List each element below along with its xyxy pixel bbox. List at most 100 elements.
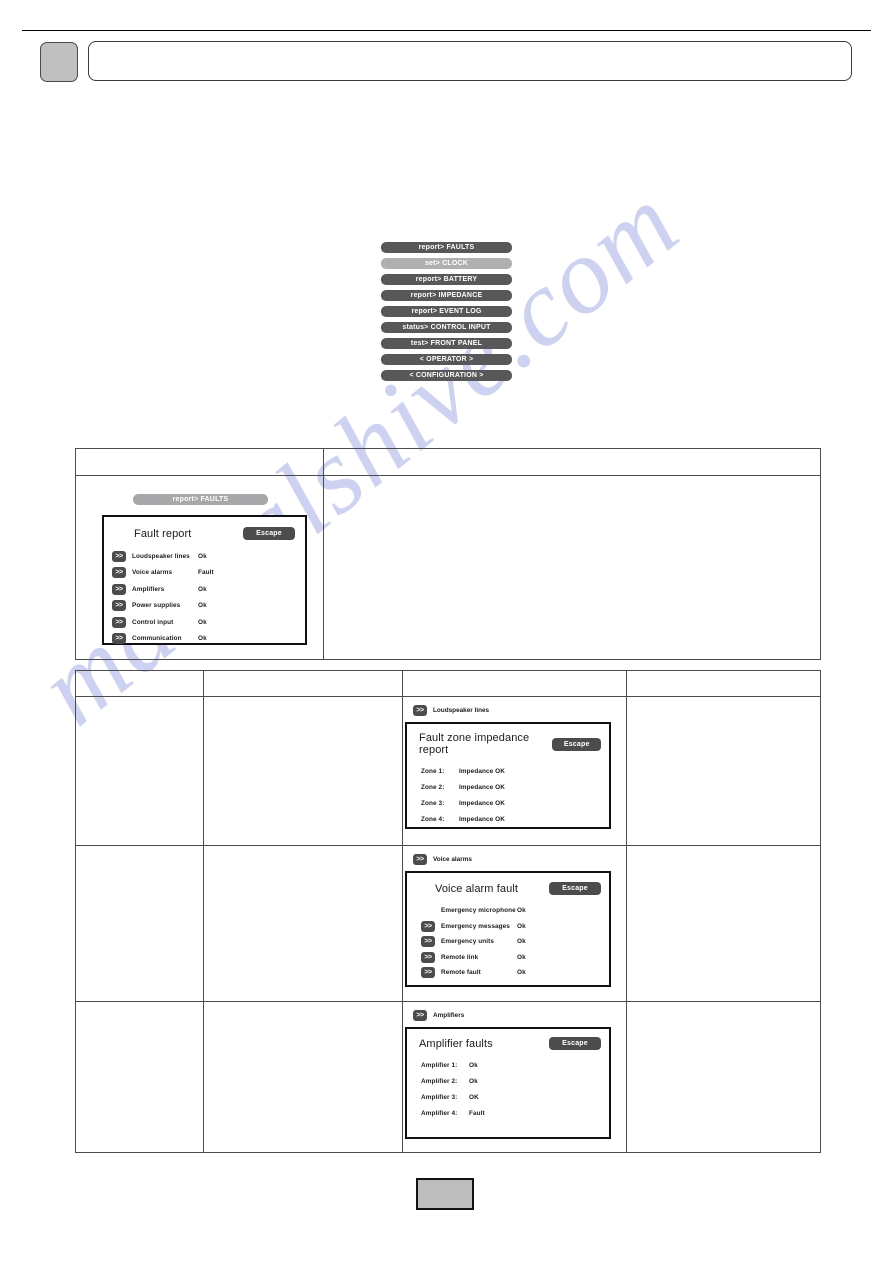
list-item-value: Impedance OK [459, 815, 505, 823]
impedance-row-cell-4 [626, 696, 821, 846]
list-item-value: Ok [517, 938, 526, 946]
impedance-row-cell-1 [75, 696, 204, 846]
footer-page-box [416, 1178, 474, 1210]
impedance-report-panel: Fault zone impedance report Escape Zone … [405, 722, 611, 829]
list-item-label: Zone 4: [421, 815, 445, 823]
list-item-label: Amplifier 2: [421, 1077, 458, 1085]
list-item: >> Remote fault Ok [407, 965, 609, 981]
chevron-icon[interactable]: >> [421, 951, 435, 963]
amplifier-row-cell-2 [203, 1001, 403, 1153]
list-item-label: Emergency microphone [441, 907, 516, 915]
main-menu-list: report> FAULTS set> CLOCK report> BATTERY r… [381, 242, 512, 386]
list-item: >> Emergency messages Ok [407, 919, 609, 935]
list-item-label: Amplifiers [132, 585, 165, 593]
chevron-icon[interactable]: >> [421, 936, 435, 948]
amplifier-report-panel: Amplifier faults Escape Amplifier 1: Ok Am… [405, 1027, 611, 1139]
table-header-cell-4 [626, 670, 821, 697]
fault-report-cell: report> FAULTS Fault report Escape >> Lou… [75, 475, 324, 660]
menu-item-4[interactable]: report> EVENT LOG [381, 306, 512, 317]
header-tab-box [40, 42, 78, 82]
voice-alarm-row-cell-1 [75, 845, 204, 1002]
menu-item-0[interactable]: report> FAULTS [381, 242, 512, 253]
list-item-value: Ok [517, 922, 526, 930]
list-item: >> Loudspeaker lines Ok [104, 548, 305, 565]
list-item: Zone 4: Impedance OK [407, 811, 609, 827]
voice-alarm-report-caption: Voice alarms [433, 856, 472, 863]
table-row: report> FAULTS Fault report Escape >> Lou… [75, 475, 821, 660]
chevron-icon[interactable]: >> [421, 920, 435, 932]
impedance-row-cell-2 [203, 696, 403, 846]
chevron-icon[interactable]: >> [112, 633, 126, 645]
menu-item-2[interactable]: report> BATTERY [381, 274, 512, 285]
chevron-icon[interactable]: >> [413, 854, 427, 865]
chevron-icon[interactable]: >> [112, 567, 126, 579]
amplifier-report-cell: >> Amplifiers Amplifier faults Escape Am… [402, 1001, 627, 1153]
menu-item-5[interactable]: status> CONTROL INPUT [381, 322, 512, 333]
menu-item-3[interactable]: report> IMPEDANCE [381, 290, 512, 301]
voice-alarm-report-panel: Voice alarm fault Escape Emergency micro… [405, 871, 611, 987]
list-item-value: Ok [198, 602, 207, 610]
chevron-icon[interactable]: >> [112, 583, 126, 595]
chevron-placeholder [421, 905, 435, 916]
chevron-icon[interactable]: >> [112, 600, 126, 612]
chevron-icon[interactable]: >> [413, 1010, 427, 1021]
list-item-value: Ok [198, 618, 207, 626]
header-divider [22, 30, 871, 31]
table-header-cell-3 [402, 670, 627, 697]
table-row [75, 448, 821, 476]
voice-alarm-report-title: Voice alarm fault [435, 882, 519, 895]
escape-button[interactable]: Escape [549, 1037, 601, 1050]
chevron-icon[interactable]: >> [112, 550, 126, 562]
list-item-value: Impedance OK [459, 799, 505, 807]
list-item-label: Amplifier 3: [421, 1093, 458, 1101]
list-item-label: Control input [132, 618, 174, 626]
chevron-icon[interactable]: >> [112, 616, 126, 628]
list-item-label: Emergency units [441, 938, 494, 946]
impedance-report-title: Fault zone impedance report [419, 732, 530, 756]
impedance-report-caption: Loudspeaker lines [433, 707, 490, 714]
menu-item-8[interactable]: < CONFIGURATION > [381, 370, 512, 381]
amplifier-report-title: Amplifier faults [419, 1037, 493, 1050]
menu-item-7[interactable]: < OPERATOR > [381, 354, 512, 365]
list-item: >> Voice alarms Fault [104, 565, 305, 582]
list-item: >> Remote link Ok [407, 950, 609, 966]
list-item-value: Impedance OK [459, 767, 505, 775]
list-item: Amplifier 4: Fault [407, 1105, 609, 1121]
table-row: >> Loudspeaker lines Fault zone impedanc… [75, 696, 821, 846]
amplifier-row-cell-4 [626, 1001, 821, 1153]
list-item-label: Power supplies [132, 602, 181, 610]
page-header [0, 0, 893, 95]
voice-alarm-report-cell: >> Voice alarms Voice alarm fault Escape… [402, 845, 627, 1002]
table-row [75, 670, 821, 697]
list-item: Amplifier 3: OK [407, 1089, 609, 1105]
menu-item-6[interactable]: test> FRONT PANEL [381, 338, 512, 349]
list-item: Amplifier 2: Ok [407, 1073, 609, 1089]
list-item: >> Communication Ok [104, 631, 305, 648]
escape-button[interactable]: Escape [549, 882, 601, 895]
escape-button[interactable]: Escape [243, 527, 295, 540]
list-item: >> Emergency units Ok [407, 934, 609, 950]
list-item-value: Impedance OK [459, 783, 505, 791]
list-item-label: Amplifier 4: [421, 1109, 458, 1117]
list-item-value: Ok [198, 635, 207, 643]
table-row: >> Voice alarms Voice alarm fault Escape… [75, 845, 821, 1002]
list-item-label: Zone 3: [421, 799, 445, 807]
list-item-value: Ok [517, 969, 526, 977]
list-item: Emergency microphone Ok [407, 903, 609, 919]
list-item-label: Zone 2: [421, 783, 445, 791]
list-item-label: Amplifier 1: [421, 1061, 458, 1069]
chevron-icon[interactable]: >> [413, 705, 427, 716]
list-item: >> Control input Ok [104, 614, 305, 631]
chevron-icon[interactable]: >> [421, 967, 435, 979]
escape-button[interactable]: Escape [552, 737, 601, 751]
list-item-label: Communication [132, 635, 182, 643]
list-item-label: Remote link [441, 953, 479, 961]
list-item-value: Fault [469, 1109, 485, 1117]
list-item: Zone 1: Impedance OK [407, 763, 609, 779]
voice-alarm-row-cell-4 [626, 845, 821, 1002]
menu-item-1[interactable]: set> CLOCK [381, 258, 512, 269]
table-header-cell-right [323, 448, 821, 476]
list-item-value: Ok [469, 1077, 478, 1085]
list-item-value: Ok [469, 1061, 478, 1069]
list-item: Zone 3: Impedance OK [407, 795, 609, 811]
